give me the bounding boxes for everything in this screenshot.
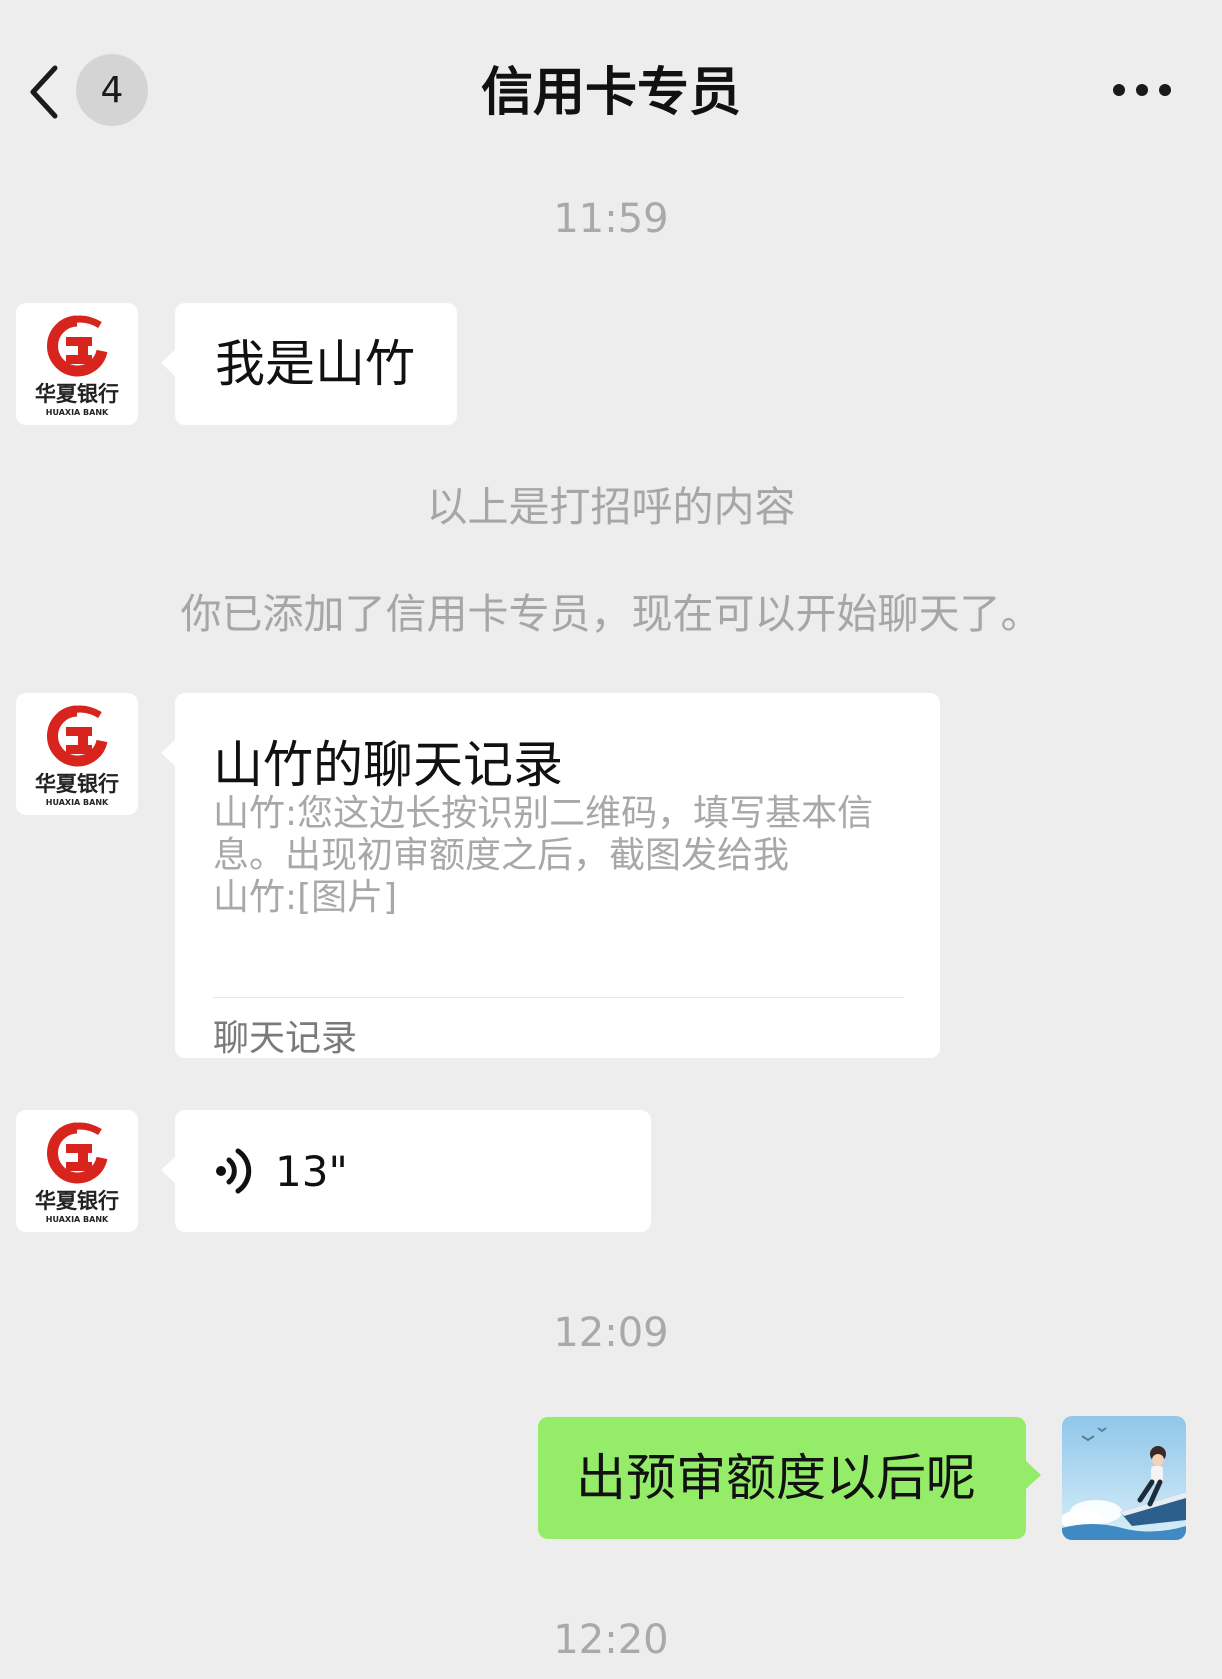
chat-record-card[interactable]: 山竹的聊天记录 山竹:您这边长按识别二维码，填写基本信 息。出现初审额度之后，截… [161,693,940,1059]
chat-record-line: 息。出现初审额度之后，截图发给我 [213,835,790,876]
svg-text:HUAXIA BANK: HUAXIA BANK [46,1215,109,1224]
message-bubble[interactable]: 我是山竹 [161,303,457,425]
avatar-image [1062,1416,1186,1540]
voice-message-bubble[interactable]: 13" [161,1110,651,1232]
more-dots-icon [1113,84,1171,96]
svg-text:华夏银行: 华夏银行 [35,772,119,796]
svg-text:华夏银行: 华夏银行 [35,1189,119,1213]
system-note-greeting: 以上是打招呼的内容 [426,483,796,531]
svg-text:HUAXIA BANK: HUAXIA BANK [46,408,109,417]
timestamp: 11:59 [553,196,669,242]
chat-record-footer: 聊天记录 [213,1018,358,1059]
chat-record-title: 山竹的聊天记录 [213,736,563,794]
timestamp: 12:20 [553,1617,669,1663]
divider [213,997,904,998]
huaxia-bank-logo: 华夏银行 HUAXIA BANK [35,315,119,417]
voice-duration: 13" [275,1146,348,1196]
huaxia-bank-logo: 华夏银行 HUAXIA BANK [35,705,119,807]
my-avatar[interactable] [1062,1416,1186,1540]
chat-title: 信用卡专员 [480,63,741,123]
system-note-added: 你已添加了信用卡专员，现在可以开始聊天了。 [180,590,1042,638]
voice-wave-icon [216,1148,252,1194]
contact-avatar[interactable]: 华夏银行 HUAXIA BANK [16,693,138,815]
svg-text:HUAXIA BANK: HUAXIA BANK [46,798,109,807]
chat-record-line: 山竹:[图片] [213,877,398,918]
contact-avatar[interactable]: 华夏银行 HUAXIA BANK [16,1110,138,1232]
more-button[interactable] [1100,70,1184,110]
my-message-bubble[interactable]: 出预审额度以后呢 [538,1417,1041,1539]
chat-record-preview: 山竹:您这边长按识别二维码，填写基本信 息。出现初审额度之后，截图发给我 山竹:… [213,793,874,919]
huaxia-bank-logo: 华夏银行 HUAXIA BANK [35,1122,119,1224]
timestamp: 12:09 [553,1310,669,1356]
contact-avatar[interactable]: 华夏银行 HUAXIA BANK [16,303,138,425]
message-text: 我是山竹 [215,335,415,393]
chat-record-line: 山竹:您这边长按识别二维码，填写基本信 [213,793,874,834]
message-text: 出预审额度以后呢 [576,1449,976,1507]
svg-text:华夏银行: 华夏银行 [35,382,119,406]
